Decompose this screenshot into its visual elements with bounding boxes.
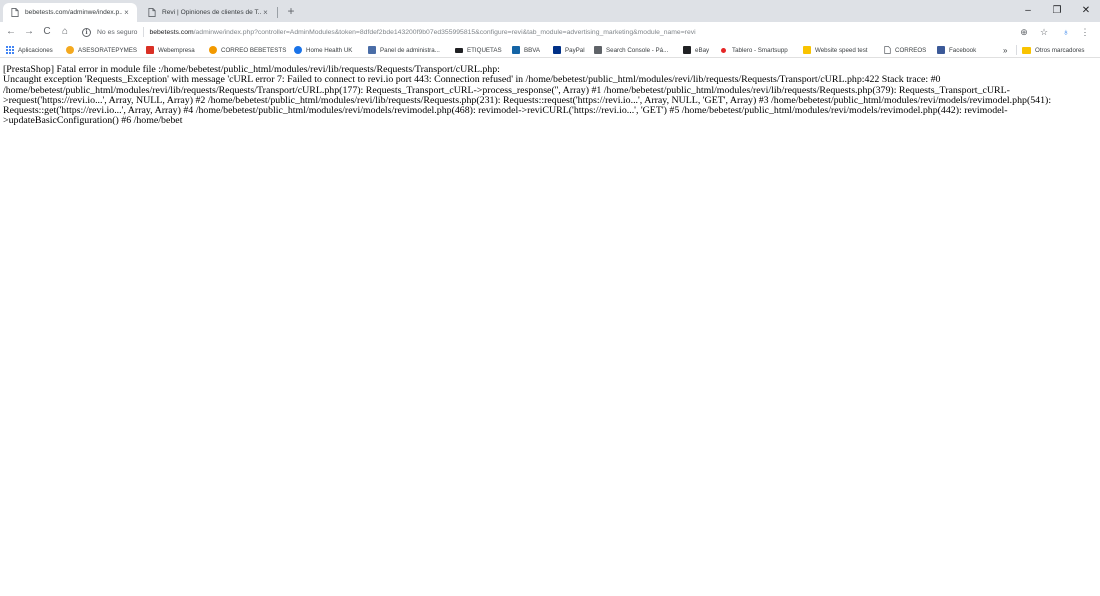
reload-button[interactable]: C	[40, 24, 54, 40]
bookmark-home-health-uk[interactable]: Home Health UK	[294, 45, 352, 55]
speedtest-icon	[803, 46, 811, 54]
bookmark-correo-bebetests[interactable]: CORREO BEBETESTS	[209, 45, 286, 55]
minimize-button[interactable]: –	[1016, 2, 1040, 20]
browser-toolbar: ← → C ⌂ i No es seguro bebetests.com /ad…	[0, 22, 1100, 42]
tab-strip: bebetests.com/adminwe/index.p... × Revi …	[0, 0, 1100, 22]
bookmark-label: PayPal	[565, 46, 585, 54]
bookmark-paypal[interactable]: PayPal	[553, 45, 585, 55]
back-button[interactable]: ←	[4, 24, 18, 40]
bookmark-aplicaciones[interactable]: Aplicaciones	[6, 45, 53, 55]
bookmark-label: BBVA	[524, 46, 541, 54]
address-divider	[143, 27, 145, 37]
bookmark-panel-admin[interactable]: Panel de administra...	[368, 45, 440, 55]
security-label: No es seguro	[97, 28, 138, 36]
tab-close-icon[interactable]: ×	[261, 8, 270, 17]
bookmark-label: Tablero - Smartsupp	[732, 46, 788, 54]
tab-title: Revi | Opiniones de clientes de T...	[162, 9, 261, 16]
document-icon	[11, 8, 19, 17]
bookmark-search-console[interactable]: Search Console - Pá...	[594, 45, 668, 55]
correo-icon	[209, 46, 217, 54]
bookmark-label: ETIQUETAS	[467, 46, 502, 54]
search-console-icon	[594, 46, 602, 54]
restore-button[interactable]: ❐	[1045, 2, 1069, 20]
zoom-icon[interactable]: ⊕	[1017, 24, 1031, 40]
info-icon[interactable]: i	[82, 27, 91, 37]
bookmark-label: CORREOS	[895, 46, 927, 54]
bookmark-label: ASESORATEPYMES	[78, 46, 138, 54]
bookmark-facebook[interactable]: Facebook	[937, 45, 976, 55]
url-host: bebetests.com	[149, 28, 194, 36]
facebook-icon	[937, 46, 945, 54]
home-button[interactable]: ⌂	[58, 24, 72, 40]
bookmark-website-speed-test[interactable]: Website speed test	[803, 45, 868, 55]
bookmark-webempresa[interactable]: Webempresa	[146, 45, 195, 55]
bookmark-ebay[interactable]: eBay	[683, 45, 709, 55]
asesorate-icon	[66, 46, 74, 54]
paypal-icon	[553, 46, 561, 54]
other-bookmarks[interactable]: Otros marcadores	[1022, 45, 1085, 55]
bookmarks-overflow-button[interactable]: »	[1003, 45, 1007, 55]
menu-icon[interactable]: ⋮	[1078, 24, 1092, 40]
bookmark-label: Aplicaciones	[18, 46, 53, 54]
bookmark-label: Facebook	[949, 46, 977, 54]
forward-button[interactable]: →	[22, 24, 36, 40]
bookmark-label: Webempresa	[158, 46, 195, 54]
smartsupp-icon	[721, 47, 726, 53]
home-health-icon	[294, 46, 302, 54]
bookmark-label: Website speed test	[815, 46, 868, 54]
bookmark-label: Panel de administra...	[380, 46, 440, 54]
error-message: [PrestaShop] Fatal error in module file …	[3, 64, 1093, 127]
close-window-button[interactable]: ✕	[1074, 2, 1098, 20]
bookmark-bbva[interactable]: BBVA	[512, 45, 540, 55]
document-icon	[884, 46, 891, 54]
bookmarks-bar: Aplicaciones ASESORATEPYMES Webempresa C…	[0, 42, 1100, 58]
bookmark-correos[interactable]: CORREOS	[884, 45, 926, 55]
address-bar[interactable]: i No es seguro bebetests.com /adminwe/in…	[76, 24, 1010, 40]
bookmark-asesoratepymes[interactable]: ASESORATEPYMES	[66, 45, 137, 55]
document-icon	[148, 8, 156, 17]
url-path: /adminwe/index.php?controller=AdminModul…	[193, 28, 696, 36]
error-stack-trace: Uncaught exception 'Requests_Exception' …	[3, 74, 1052, 127]
new-tab-button[interactable]: +	[284, 3, 298, 19]
bbva-icon	[512, 46, 520, 54]
bookmark-smartsupp[interactable]: Tablero - Smartsupp	[721, 45, 788, 55]
tab-close-icon[interactable]: ×	[122, 8, 131, 17]
webempresa-icon	[146, 46, 154, 54]
panel-icon	[368, 46, 376, 54]
bookmark-star-icon[interactable]: ☆	[1037, 24, 1051, 40]
bookmark-label: Home Health UK	[306, 46, 353, 54]
tab-divider	[277, 7, 278, 18]
bookmark-label: Otros marcadores	[1035, 46, 1085, 54]
bookmark-etiquetas[interactable]: ETIQUETAS	[455, 45, 502, 55]
bookmark-label: CORREO BEBETESTS	[221, 46, 287, 54]
tab-admin-modules[interactable]: bebetests.com/adminwe/index.p... ×	[3, 3, 137, 22]
bookmarks-divider	[1016, 45, 1017, 55]
bookmark-label: eBay	[695, 46, 710, 54]
folder-icon	[1022, 46, 1031, 54]
tab-revi-opiniones[interactable]: Revi | Opiniones de clientes de T... ×	[140, 3, 276, 22]
etiquetas-icon	[455, 47, 463, 53]
ebay-icon	[683, 46, 691, 54]
tab-title: bebetests.com/adminwe/index.p...	[25, 9, 122, 16]
apps-grid-icon	[6, 46, 14, 54]
bookmark-label: Search Console - Pá...	[606, 46, 669, 54]
extension-icon[interactable]: ♁	[1059, 24, 1073, 40]
